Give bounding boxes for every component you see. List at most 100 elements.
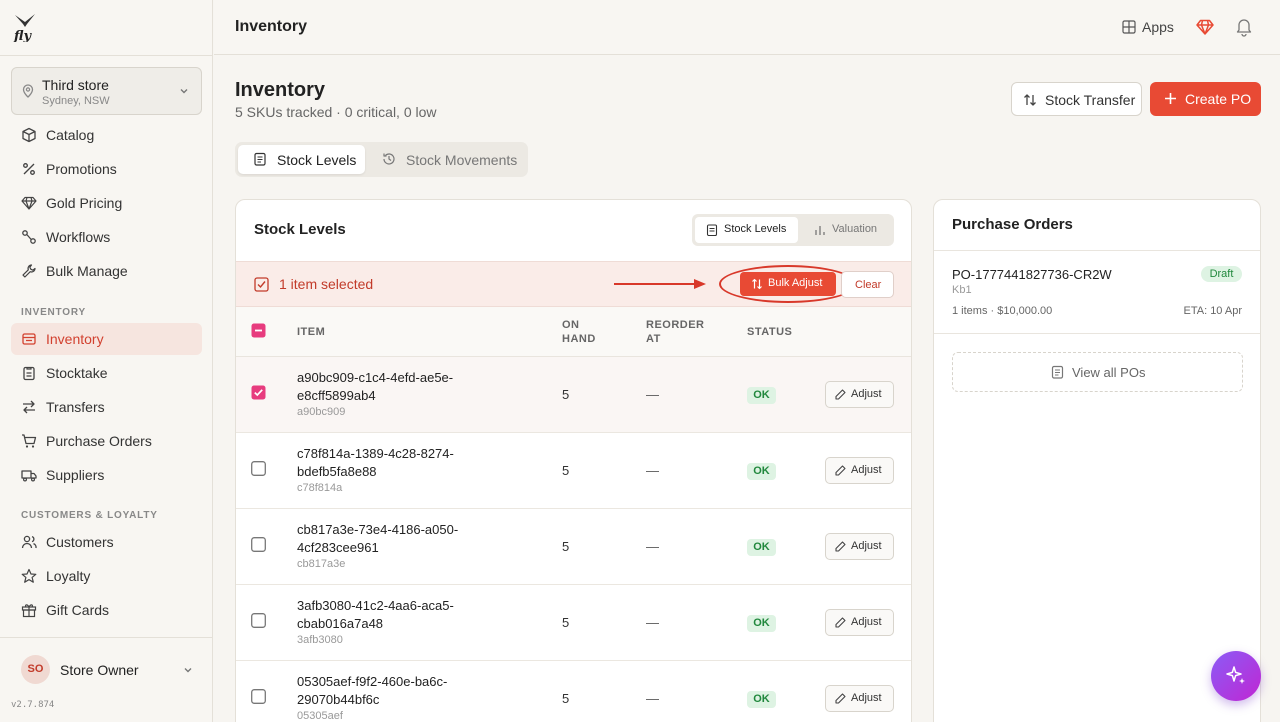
sidebar: fly Third store Sydney, NSW Catalog Prom… <box>0 0 213 722</box>
sidebar-item-catalog[interactable]: Catalog <box>11 119 202 151</box>
table-row[interactable]: c78f814a-1389-4c28-8274-bdefb5fa8e88 c78… <box>236 433 911 509</box>
sidebar-item-gold-pricing[interactable]: Gold Pricing <box>11 187 202 219</box>
truck-icon <box>21 467 37 483</box>
adjust-button[interactable]: Adjust <box>825 533 894 560</box>
store-selector[interactable]: Third store Sydney, NSW <box>11 67 202 115</box>
sidebar-item-label: Promotions <box>46 161 117 177</box>
inventory-icon <box>21 331 37 347</box>
view-all-label: View all POs <box>1072 365 1146 380</box>
gem-icon[interactable] <box>1196 18 1214 36</box>
view-tabs: Stock Levels Stock Movements <box>235 142 528 177</box>
sidebar-item-label: Purchase Orders <box>46 433 152 449</box>
table-row[interactable]: 3afb3080-41c2-4aa6-aca5-cbab016a7a48 3af… <box>236 585 911 661</box>
plus-icon <box>1164 92 1177 105</box>
row-checkbox[interactable] <box>251 385 266 400</box>
grid-icon <box>1122 20 1136 34</box>
item-sku: 3afb3080 <box>297 634 343 646</box>
adjust-label: Adjust <box>851 388 882 400</box>
sidebar-item-label: Gift Cards <box>46 602 110 618</box>
pencil-icon <box>835 617 846 628</box>
fly-logo[interactable]: fly <box>13 12 37 42</box>
bell-icon[interactable] <box>1235 17 1253 37</box>
adjust-label: Adjust <box>851 464 882 476</box>
table-header: ITEM ON HAND REORDER AT STATUS <box>236 307 911 357</box>
sidebar-item-suppliers[interactable]: Suppliers <box>11 459 202 491</box>
column-header-text: AT <box>646 333 661 345</box>
sidebar-divider <box>0 637 213 638</box>
item-sku: 05305aef <box>297 710 343 722</box>
sidebar-item-label: Workflows <box>46 229 111 245</box>
column-header-text: REORDER <box>646 319 705 331</box>
row-checkbox[interactable] <box>251 689 266 704</box>
sidebar-item-stocktake[interactable]: Stocktake <box>11 357 202 389</box>
adjust-button[interactable]: Adjust <box>825 457 894 484</box>
adjust-button[interactable]: Adjust <box>825 381 894 408</box>
item-sku: a90bc909 <box>297 406 346 418</box>
select-all-checkbox[interactable] <box>251 323 266 338</box>
section-label-customers: CUSTOMERS & LOYALTY <box>21 510 158 521</box>
tab-stock-levels[interactable]: Stock Levels <box>238 145 365 174</box>
segment-valuation[interactable]: Valuation <box>803 217 891 243</box>
user-menu[interactable]: SO Store Owner <box>21 655 201 685</box>
status-badge: OK <box>747 539 776 556</box>
adjust-button[interactable]: Adjust <box>825 685 894 712</box>
on-hand-value: 5 <box>562 615 570 630</box>
po-supplier: Kb1 <box>952 284 972 296</box>
tab-stock-movements[interactable]: Stock Movements <box>367 145 525 174</box>
table-row[interactable]: a90bc909-c1c4-4efd-ae5e-e8cff5899ab4 a90… <box>236 357 911 433</box>
sidebar-item-promotions[interactable]: Promotions <box>11 153 202 185</box>
row-checkbox[interactable] <box>251 613 266 628</box>
adjust-label: Adjust <box>851 540 882 552</box>
column-header-text: HAND <box>562 333 596 345</box>
star-icon <box>21 568 37 584</box>
segment-label: Valuation <box>832 223 878 235</box>
column-header-item[interactable]: ITEM <box>297 325 325 339</box>
top-bar: Inventory Apps <box>214 0 1280 55</box>
on-hand-value: 5 <box>562 691 570 706</box>
pencil-icon <box>835 465 846 476</box>
divider <box>934 333 1260 334</box>
ai-assistant-button[interactable] <box>1211 651 1261 701</box>
stock-transfer-button[interactable]: Stock Transfer <box>1011 82 1142 116</box>
column-header-on-hand[interactable]: ON HAND <box>562 318 596 346</box>
sidebar-item-purchase-orders[interactable]: Purchase Orders <box>11 425 202 457</box>
row-checkbox[interactable] <box>251 461 266 476</box>
adjust-button[interactable]: Adjust <box>825 609 894 636</box>
adjust-label: Adjust <box>851 692 882 704</box>
chevron-down-icon <box>179 86 189 96</box>
item-name: c78f814a-1389-4c28-8274-bdefb5fa8e88 <box>297 446 454 479</box>
clear-selection-button[interactable]: Clear <box>841 271 894 298</box>
sort-arrows-icon <box>1023 93 1037 107</box>
sidebar-item-gift-cards[interactable]: Gift Cards <box>11 594 202 626</box>
table-row[interactable]: 05305aef-f9f2-460e-ba6c-29070b44bf6c 053… <box>236 661 911 722</box>
tab-label: Stock Levels <box>277 152 357 168</box>
sidebar-item-inventory[interactable]: Inventory <box>11 323 202 355</box>
item-name: cb817a3e-73e4-4186-a050-4cf283cee961 <box>297 522 459 555</box>
on-hand-value: 5 <box>562 463 570 478</box>
store-name: Third store <box>42 77 109 93</box>
sidebar-item-loyalty[interactable]: Loyalty <box>11 560 202 592</box>
sidebar-item-customers[interactable]: Customers <box>11 526 202 558</box>
sidebar-item-workflows[interactable]: Workflows <box>11 221 202 253</box>
segment-label: Stock Levels <box>724 223 787 235</box>
purchase-orders-card: Purchase Orders PO-1777441827736-CR2W Dr… <box>933 199 1261 722</box>
column-header-status[interactable]: STATUS <box>747 325 792 339</box>
pencil-icon <box>835 541 846 552</box>
sidebar-item-label: Suppliers <box>46 467 105 483</box>
sidebar-item-bulk-manage[interactable]: Bulk Manage <box>11 255 202 287</box>
wrench-icon <box>21 263 37 279</box>
column-header-reorder-at[interactable]: REORDER AT <box>646 318 705 346</box>
annotation-arrow <box>614 278 708 290</box>
po-eta: ETA: 10 Apr <box>1183 305 1243 317</box>
on-hand-value: 5 <box>562 387 570 402</box>
view-all-pos-button[interactable]: View all POs <box>952 352 1243 392</box>
create-po-button[interactable]: Create PO <box>1150 82 1261 116</box>
column-header-text: ON <box>562 319 580 331</box>
table-row[interactable]: cb817a3e-73e4-4186-a050-4cf283cee961 cb8… <box>236 509 911 585</box>
sidebar-item-label: Catalog <box>46 127 95 143</box>
row-checkbox[interactable] <box>251 537 266 552</box>
sidebar-item-transfers[interactable]: Transfers <box>11 391 202 423</box>
segment-stock-levels[interactable]: Stock Levels <box>695 217 798 243</box>
bar-chart-icon <box>814 224 826 236</box>
sidebar-item-label: Customers <box>46 534 114 550</box>
